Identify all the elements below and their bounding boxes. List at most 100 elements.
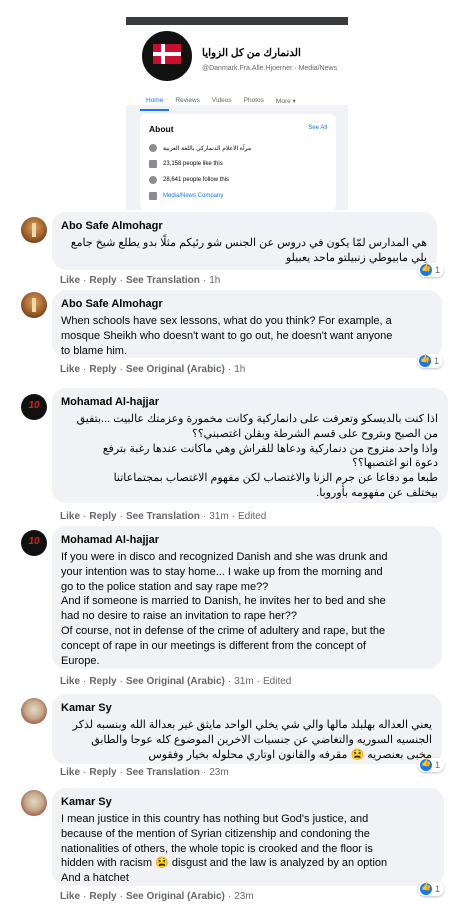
edited-label: Edited bbox=[263, 676, 292, 687]
comment-actions: Like · Reply · See Original (Arabic) · 31m · Edi… bbox=[60, 676, 292, 687]
like-link[interactable]: Like bbox=[60, 511, 80, 522]
about-category[interactable]: Media/News Company bbox=[149, 192, 223, 200]
about-section: About See All مرآة الاعلام الدنماركي بال… bbox=[140, 114, 336, 210]
comment-line: And a hatchet bbox=[61, 872, 129, 885]
avatar[interactable] bbox=[21, 790, 47, 816]
comment-author[interactable]: Mohamad Al-hajjar bbox=[61, 395, 438, 410]
reaction-number: 1 bbox=[435, 884, 441, 894]
page-name[interactable]: الدنمارك من كل الزوايا bbox=[202, 47, 301, 59]
comment-bubble: Mohamad Al-hajjar اذا كنت بالديسكو وتعرف… bbox=[52, 388, 448, 503]
about-likes-text: 23,158 people like this bbox=[163, 161, 223, 167]
comment-line: اذا كنت بالديسكو وتعرفت على دانماركية وك… bbox=[76, 413, 438, 425]
about-description: مرآة الاعلام الدنماركي باللغة العربية bbox=[149, 144, 251, 152]
like-link[interactable]: Like bbox=[60, 364, 80, 375]
comment-actions: Like · Reply · See Original (Arabic) · 1h bbox=[60, 364, 246, 375]
avatar[interactable] bbox=[21, 292, 47, 318]
tab-more[interactable]: More ▾ bbox=[270, 93, 302, 111]
tab-videos[interactable]: Videos bbox=[206, 93, 238, 111]
page-preview-card[interactable]: الدنمارك من كل الزوايا @Danmark.Fra.Alle… bbox=[126, 17, 348, 210]
reaction-count[interactable]: 1 bbox=[418, 882, 445, 896]
comment-line: nationalities of others, the whole topic… bbox=[61, 842, 373, 855]
comment-line: go to the police station and say rape me… bbox=[61, 580, 269, 593]
comment-time[interactable]: 1h bbox=[209, 275, 220, 286]
comment-actions: Like · Reply · See Translation · 1h bbox=[60, 275, 221, 286]
translation-link[interactable]: See Translation bbox=[126, 767, 200, 778]
comment-line: I mean justice in this country has nothi… bbox=[61, 813, 369, 825]
tab-photos[interactable]: Photos bbox=[238, 93, 270, 111]
about-follows-text: 28,641 people follow this bbox=[163, 177, 230, 183]
see-all-link[interactable]: See All bbox=[308, 125, 327, 131]
thumbs-up-icon bbox=[149, 160, 157, 168]
comment-line: concept of rape in our meetings is diffe… bbox=[61, 639, 366, 652]
about-category-text[interactable]: Media/News Company bbox=[163, 193, 223, 199]
reaction-number: 1 bbox=[435, 760, 441, 770]
comment-time[interactable]: 23m bbox=[234, 891, 253, 902]
like-link[interactable]: Like bbox=[60, 676, 80, 687]
page-header-bar bbox=[126, 17, 348, 25]
comment-line: your intention was to stay home... I wak… bbox=[61, 565, 383, 578]
comment-line: hidden with racism 😫 disgust and the law… bbox=[61, 857, 388, 870]
comment-author[interactable]: Abo Safe Almohagr bbox=[61, 297, 432, 312]
avatar[interactable] bbox=[21, 394, 47, 420]
reply-link[interactable]: Reply bbox=[89, 275, 116, 286]
comment-author[interactable]: Kamar Sy bbox=[61, 795, 434, 810]
reaction-count[interactable]: 1 bbox=[418, 758, 445, 772]
translation-link[interactable]: See Original (Arabic) bbox=[126, 676, 225, 687]
reply-link[interactable]: Reply bbox=[89, 511, 116, 522]
comment-time[interactable]: 1h bbox=[234, 364, 245, 375]
comment-line: Europe. bbox=[61, 654, 100, 667]
reply-link[interactable]: Reply bbox=[89, 364, 116, 375]
info-icon bbox=[149, 144, 157, 152]
translation-link[interactable]: See Translation bbox=[126, 275, 200, 286]
comment-bubble: Mohamad Al-hajjar If you were in disco a… bbox=[52, 526, 442, 669]
comment-actions: Like · Reply · See Original (Arabic) · 23m bbox=[60, 891, 254, 902]
comment-text: I mean justice in this country has nothi… bbox=[61, 812, 434, 886]
comment-author[interactable]: Abo Safe Almohagr bbox=[61, 219, 427, 234]
like-reaction-icon bbox=[420, 882, 432, 895]
comment-text: هي المدارس لمّا يكون في دروس عن الجنس شو… bbox=[61, 236, 427, 266]
comment-time[interactable]: 31m bbox=[209, 511, 228, 522]
translation-link[interactable]: See Original (Arabic) bbox=[126, 364, 225, 375]
comment-time[interactable]: 31m bbox=[234, 676, 253, 687]
comment-line: had no desire to raise an invitation to … bbox=[61, 610, 298, 623]
avatar[interactable] bbox=[21, 217, 47, 243]
follow-icon bbox=[149, 176, 157, 184]
like-link[interactable]: Like bbox=[60, 275, 80, 286]
like-reaction-icon bbox=[420, 263, 432, 276]
danish-flag-icon bbox=[153, 44, 181, 64]
avatar[interactable] bbox=[21, 698, 47, 724]
comment-author[interactable]: Mohamad Al-hajjar bbox=[61, 533, 432, 548]
comment-line: When schools have sex lessons, what do y… bbox=[61, 315, 392, 327]
tab-home[interactable]: Home bbox=[140, 93, 170, 111]
reply-link[interactable]: Reply bbox=[89, 767, 116, 778]
like-link[interactable]: Like bbox=[60, 891, 80, 902]
page-avatar[interactable] bbox=[140, 29, 194, 83]
about-likes: 23,158 people like this bbox=[149, 160, 223, 168]
reply-link[interactable]: Reply bbox=[89, 676, 116, 687]
avatar[interactable] bbox=[21, 530, 47, 556]
about-title: About bbox=[149, 124, 174, 134]
translation-link[interactable]: See Translation bbox=[126, 511, 200, 522]
comment-line: الجنسيه السوريه والتغاضي عن جنسيات الاخر… bbox=[91, 733, 432, 746]
reaction-count[interactable]: 1 bbox=[417, 354, 444, 368]
about-description-text: مرآة الاعلام الدنماركي باللغة العربية bbox=[163, 145, 252, 152]
like-link[interactable]: Like bbox=[60, 767, 80, 778]
comment-author[interactable]: Kamar Sy bbox=[61, 701, 432, 716]
page-header: الدنمارك من كل الزوايا @Danmark.Fra.Alle… bbox=[126, 25, 348, 111]
page-handle: @Danmark.Fra.Alle.Hjoerner · Media/News bbox=[202, 65, 338, 72]
comment-bubble: Abo Safe Almohagr هي المدارس لمّا يكون ف… bbox=[52, 212, 437, 270]
tab-reviews[interactable]: Reviews bbox=[169, 93, 206, 111]
comment-actions: Like · Reply · See Translation · 23m bbox=[60, 767, 229, 778]
comment-line: طبعا مو دفاعا عن جرم الزنا والاغتصاب لكن… bbox=[113, 472, 438, 485]
page-tabs: Home Reviews Videos Photos More ▾ bbox=[140, 93, 302, 111]
comment-line: And if someone is married to Danish, he … bbox=[61, 595, 386, 608]
category-icon bbox=[149, 192, 157, 200]
about-follows: 28,641 people follow this bbox=[149, 176, 229, 184]
reaction-count[interactable]: 1 bbox=[418, 263, 445, 277]
comment-time[interactable]: 23m bbox=[209, 767, 228, 778]
reaction-number: 1 bbox=[434, 356, 440, 366]
comment-text: اذا كنت بالديسكو وتعرفت على دانماركية وك… bbox=[61, 412, 438, 501]
comment-bubble: Abo Safe Almohagr When schools have sex … bbox=[52, 290, 442, 358]
reply-link[interactable]: Reply bbox=[89, 891, 116, 902]
translation-link[interactable]: See Original (Arabic) bbox=[126, 891, 225, 902]
